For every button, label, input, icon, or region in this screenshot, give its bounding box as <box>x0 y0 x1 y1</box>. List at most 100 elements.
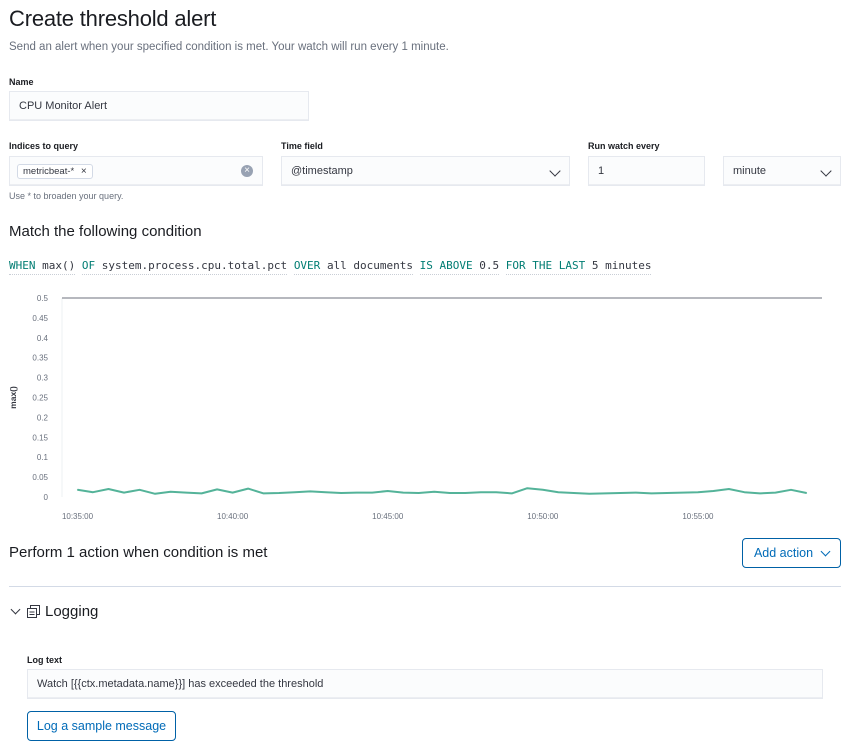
x-tick-label: 10:40:00 <box>217 512 249 521</box>
y-tick-label: 0.3 <box>37 374 49 383</box>
index-chip: metricbeat-* × <box>17 164 93 179</box>
data-point <box>480 491 482 493</box>
data-point <box>697 491 699 493</box>
condition-title: Match the following condition <box>9 223 202 240</box>
data-point <box>200 492 203 495</box>
data-point <box>76 489 79 491</box>
page-title: Create threshold alert <box>9 6 217 31</box>
name-label: Name <box>9 77 34 87</box>
x-tick-label: 10:45:00 <box>372 512 404 521</box>
data-point <box>635 492 637 494</box>
data-point <box>309 490 311 493</box>
y-tick-label: 0.35 <box>32 354 48 363</box>
data-point <box>619 492 621 494</box>
data-point <box>418 492 420 494</box>
data-point <box>604 492 606 495</box>
data-point <box>681 492 684 494</box>
data-point <box>356 492 358 494</box>
data-point <box>123 492 125 494</box>
logging-title: Logging <box>45 603 99 620</box>
of-expression[interactable]: OF system.process.cpu.total.pct <box>81 259 288 275</box>
data-point <box>154 493 156 495</box>
data-point <box>340 492 342 494</box>
log-sample-button[interactable]: Log a sample message <box>27 711 176 741</box>
name-value: CPU Monitor Alert <box>19 100 108 112</box>
time-field-label: Time field <box>281 141 323 151</box>
data-point <box>216 488 218 491</box>
data-point <box>138 489 141 491</box>
log-text-value: Watch [{{ctx.metadata.name}}] has exceed… <box>37 678 324 690</box>
data-point <box>464 492 466 494</box>
data-point <box>759 492 761 495</box>
actions-title: Perform 1 action when condition is met <box>9 544 268 561</box>
series-line <box>77 487 807 495</box>
name-input[interactable]: CPU Monitor Alert <box>9 91 309 121</box>
x-tick-label: 10:35:00 <box>62 512 94 521</box>
run-watch-number-input[interactable]: 1 <box>588 156 705 186</box>
indices-help: Use * to broaden your query. <box>9 191 124 201</box>
data-point <box>588 493 590 495</box>
data-point <box>387 490 389 492</box>
data-point <box>263 492 265 495</box>
time-field-select[interactable]: @timestamp <box>281 156 570 186</box>
index-chip-label: metricbeat-* <box>23 166 75 177</box>
y-tick-label: 0.05 <box>32 473 48 482</box>
chevron-down-icon <box>10 604 21 615</box>
run-watch-unit: minute <box>733 165 767 177</box>
y-tick-label: 0.45 <box>32 314 48 323</box>
data-point <box>790 489 792 491</box>
data-point <box>805 492 808 494</box>
data-point <box>712 490 715 492</box>
threshold-expression[interactable]: IS ABOVE 0.5 <box>419 259 500 275</box>
data-point <box>325 491 327 493</box>
data-point <box>542 489 544 491</box>
window-expression[interactable]: FOR THE LAST 5 minutes <box>505 259 652 275</box>
data-point <box>666 492 668 494</box>
data-point <box>185 492 187 494</box>
logging-icon <box>27 605 40 618</box>
data-point <box>526 487 528 489</box>
data-point <box>294 491 296 493</box>
page-subtitle: Send an alert when your specified condit… <box>9 41 449 53</box>
data-point <box>728 488 730 490</box>
data-point <box>278 492 280 494</box>
log-sample-label: Log a sample message <box>36 719 167 733</box>
log-text-label: Log text <box>27 655 62 665</box>
log-text-input[interactable]: Watch [{{ctx.metadata.name}}] has exceed… <box>27 669 823 699</box>
y-tick-label: 0.15 <box>32 433 48 442</box>
add-action-button[interactable]: Add action <box>742 538 841 568</box>
data-point <box>573 492 575 494</box>
divider <box>9 586 841 587</box>
indices-label: Indices to query <box>9 141 79 151</box>
when-expression[interactable]: WHEN max() <box>9 259 76 275</box>
y-tick-label: 0.2 <box>37 413 49 422</box>
run-watch-label: Run watch every <box>588 141 660 151</box>
run-watch-unit-select[interactable]: minute <box>723 156 841 186</box>
data-point <box>433 491 435 493</box>
y-tick-label: 0.1 <box>37 453 49 462</box>
data-point <box>169 491 172 493</box>
data-point <box>743 491 746 493</box>
y-tick-label: 0.4 <box>37 334 49 343</box>
chip-remove-icon[interactable]: × <box>81 166 87 177</box>
data-point <box>402 492 404 494</box>
data-point <box>557 491 559 493</box>
data-point <box>232 492 234 494</box>
data-point <box>495 491 497 493</box>
x-tick-label: 10:55:00 <box>682 512 714 521</box>
threshold-chart: 0 0.05 0.1 0.15 0.2 0.25 0.3 0.35 0.4 0.45 0.5 10:3… <box>8 294 822 521</box>
time-field-value: @timestamp <box>291 165 353 177</box>
x-tick-label: 10:50:00 <box>527 512 559 521</box>
chevron-down-icon <box>549 165 561 177</box>
logging-accordion-toggle[interactable]: Logging <box>9 603 98 620</box>
data-point <box>107 488 110 490</box>
data-point <box>449 492 451 494</box>
clear-icon[interactable]: × <box>241 165 253 177</box>
add-action-label: Add action <box>753 546 814 560</box>
over-expression[interactable]: OVER all documents <box>293 259 414 275</box>
condition-expression: WHEN max() OF system.process.cpu.total.p… <box>9 259 652 275</box>
indices-combobox[interactable]: metricbeat-* × × <box>9 156 263 186</box>
y-tick-label: 0.25 <box>32 394 48 403</box>
chevron-down-icon <box>820 165 832 177</box>
data-point <box>92 491 94 493</box>
